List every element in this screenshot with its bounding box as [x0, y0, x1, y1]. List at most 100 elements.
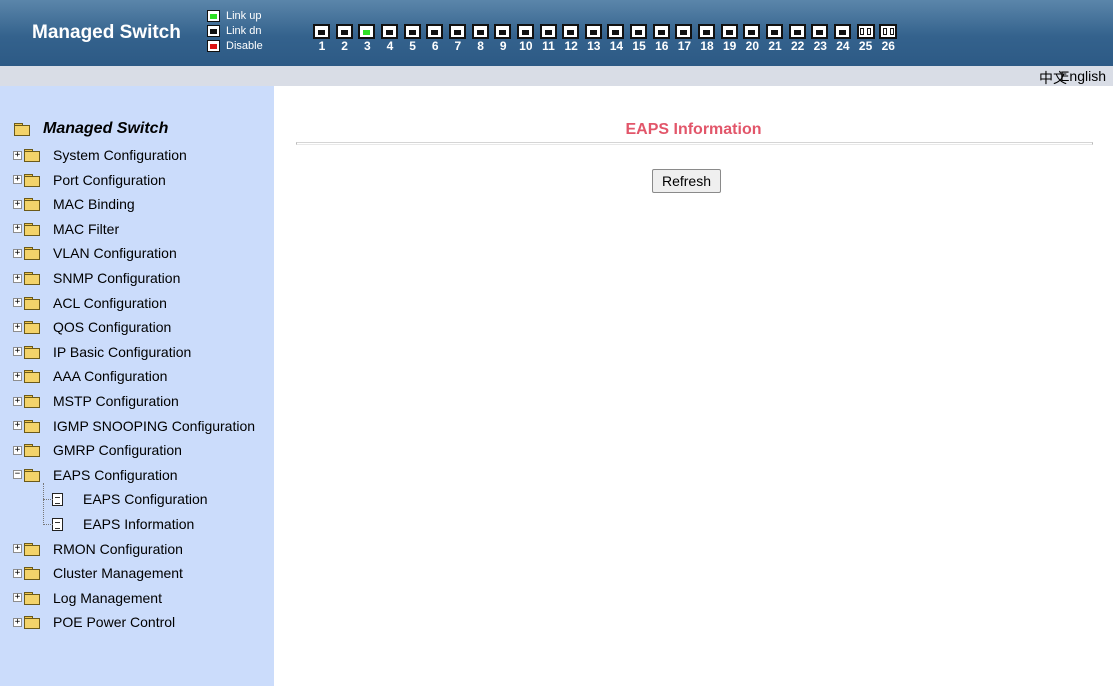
tree-connector	[43, 499, 53, 501]
expand-icon[interactable]: +	[13, 273, 22, 283]
folder-icon	[24, 370, 40, 384]
port-link-down-icon	[720, 24, 738, 39]
port-18[interactable]: 18	[698, 24, 716, 53]
port-3[interactable]: 3	[358, 24, 376, 53]
sidebar-item-label: POE Power Control	[53, 614, 176, 631]
port-link-down-icon	[675, 24, 693, 39]
expand-icon[interactable]: +	[13, 617, 22, 627]
port-21[interactable]: 21	[766, 24, 784, 53]
sidebar-item-qos-configuration[interactable]: + QOS Configuration	[13, 315, 171, 339]
sidebar-subitem-label: EAPS Configuration	[83, 491, 208, 508]
expand-icon[interactable]: +	[13, 371, 22, 381]
port-link-down-icon	[630, 24, 648, 39]
port-8[interactable]: 8	[471, 24, 490, 53]
sidebar-item-gmrp-configuration[interactable]: + GMRP Configuration	[13, 438, 182, 462]
sidebar-item-mac-binding[interactable]: + MAC Binding	[13, 192, 135, 216]
sidebar-item-mac-filter[interactable]: + MAC Filter	[13, 217, 119, 241]
port-16[interactable]: 16	[652, 24, 671, 53]
expand-icon[interactable]: +	[13, 347, 22, 357]
sidebar-item-rmon-configuration[interactable]: + RMON Configuration	[13, 537, 183, 561]
port-link-down-icon	[448, 24, 466, 39]
sidebar-item-label: QOS Configuration	[53, 319, 172, 336]
language-bar: 中文 English	[0, 66, 1113, 86]
expand-icon[interactable]: +	[13, 199, 22, 209]
folder-icon	[24, 567, 40, 581]
expand-icon[interactable]: +	[13, 322, 22, 332]
port-link-down-icon	[698, 24, 716, 39]
port-17[interactable]: 17	[675, 24, 693, 53]
port-10[interactable]: 10	[516, 24, 535, 53]
port-number: 26	[881, 39, 895, 53]
tree-root-label: Managed Switch	[43, 120, 169, 137]
tree-root[interactable]: Managed Switch	[13, 120, 168, 138]
port-2[interactable]: 2	[335, 24, 354, 53]
sidebar-subitem-eaps-information[interactable]: EAPS Information	[52, 512, 194, 536]
language-english-link[interactable]: English	[1060, 68, 1106, 84]
sidebar-item-label: VLAN Configuration	[53, 245, 177, 262]
sidebar-item-acl-configuration[interactable]: + ACL Configuration	[13, 291, 167, 315]
folder-icon	[24, 222, 40, 236]
port-19[interactable]: 19	[720, 24, 739, 53]
expand-icon[interactable]: +	[13, 544, 22, 554]
sidebar-item-poe-power-control[interactable]: + POE Power Control	[13, 610, 175, 634]
port-5[interactable]: 5	[403, 24, 422, 53]
port-link-down-icon	[539, 24, 557, 39]
expand-icon[interactable]: +	[13, 248, 22, 258]
sidebar-item-vlan-configuration[interactable]: + VLAN Configuration	[13, 241, 177, 265]
sidebar-item-aaa-configuration[interactable]: + AAA Configuration	[13, 364, 167, 388]
sidebar-item-label: Port Configuration	[53, 171, 166, 188]
sidebar-item-igmp-snooping-configuration[interactable]: + IGMP SNOOPING Configuration	[13, 414, 255, 438]
port-6[interactable]: 6	[426, 24, 444, 53]
expand-icon[interactable]: +	[13, 298, 22, 308]
legend-link-up: Link up	[207, 8, 263, 23]
port-22[interactable]: 22	[788, 24, 807, 53]
sidebar-item-port-configuration[interactable]: + Port Configuration	[13, 168, 166, 192]
sidebar-item-cluster-management[interactable]: + Cluster Management	[13, 561, 183, 585]
legend-link-dn: Link dn	[207, 23, 263, 38]
expand-icon[interactable]: +	[13, 150, 22, 160]
sidebar-item-ip-basic-configuration[interactable]: + IP Basic Configuration	[13, 340, 191, 364]
port-disabled-icon	[207, 39, 220, 52]
port-25[interactable]: 25	[856, 24, 875, 53]
port-13[interactable]: 13	[584, 24, 603, 53]
expand-icon[interactable]: +	[13, 421, 22, 431]
port-link-down-icon	[788, 24, 806, 39]
port-9[interactable]: 9	[494, 24, 512, 53]
refresh-button[interactable]: Refresh	[652, 169, 721, 193]
header-bar: Managed Switch Link up Link dn Disable 1…	[0, 0, 1113, 66]
sidebar-item-mstp-configuration[interactable]: + MSTP Configuration	[13, 389, 179, 413]
expand-icon[interactable]: +	[13, 396, 22, 406]
port-24[interactable]: 24	[833, 24, 852, 53]
expand-icon[interactable]: +	[13, 568, 22, 578]
sidebar-item-system-configuration[interactable]: + System Configuration	[13, 143, 187, 167]
tree-connector	[43, 524, 53, 525]
port-12[interactable]: 12	[562, 24, 580, 53]
collapse-icon[interactable]: −	[13, 470, 22, 480]
expand-icon[interactable]: +	[13, 224, 22, 234]
port-23[interactable]: 23	[811, 24, 829, 53]
folder-icon	[24, 247, 40, 261]
port-14[interactable]: 14	[607, 24, 625, 53]
port-link-down-icon	[516, 24, 534, 39]
sidebar-item-snmp-configuration[interactable]: + SNMP Configuration	[13, 266, 180, 290]
sidebar-item-log-management[interactable]: + Log Management	[13, 586, 162, 610]
port-11[interactable]: 11	[539, 24, 558, 53]
title-divider	[296, 142, 1093, 145]
port-1[interactable]: 1	[313, 24, 331, 53]
port-7[interactable]: 7	[448, 24, 467, 53]
port-4[interactable]: 4	[380, 24, 399, 53]
sidebar-item-eaps-configuration[interactable]: − EAPS Configuration	[13, 463, 178, 487]
expand-icon[interactable]: +	[13, 175, 22, 185]
port-20[interactable]: 20	[743, 24, 761, 53]
sidebar-subitem-eaps-configuration[interactable]: EAPS Configuration	[52, 487, 208, 511]
sidebar-item-label: GMRP Configuration	[53, 442, 182, 459]
expand-icon[interactable]: +	[13, 593, 22, 603]
port-link-down-icon	[380, 24, 398, 39]
expand-icon[interactable]: +	[13, 445, 22, 455]
port-link-down-icon	[562, 24, 580, 39]
sidebar-item-label: MAC Filter	[53, 220, 120, 237]
port-15[interactable]: 15	[630, 24, 648, 53]
page-title: EAPS Information	[625, 121, 762, 138]
legend-link-up-label: Link up	[226, 9, 262, 22]
port-26[interactable]: 26	[879, 24, 898, 53]
